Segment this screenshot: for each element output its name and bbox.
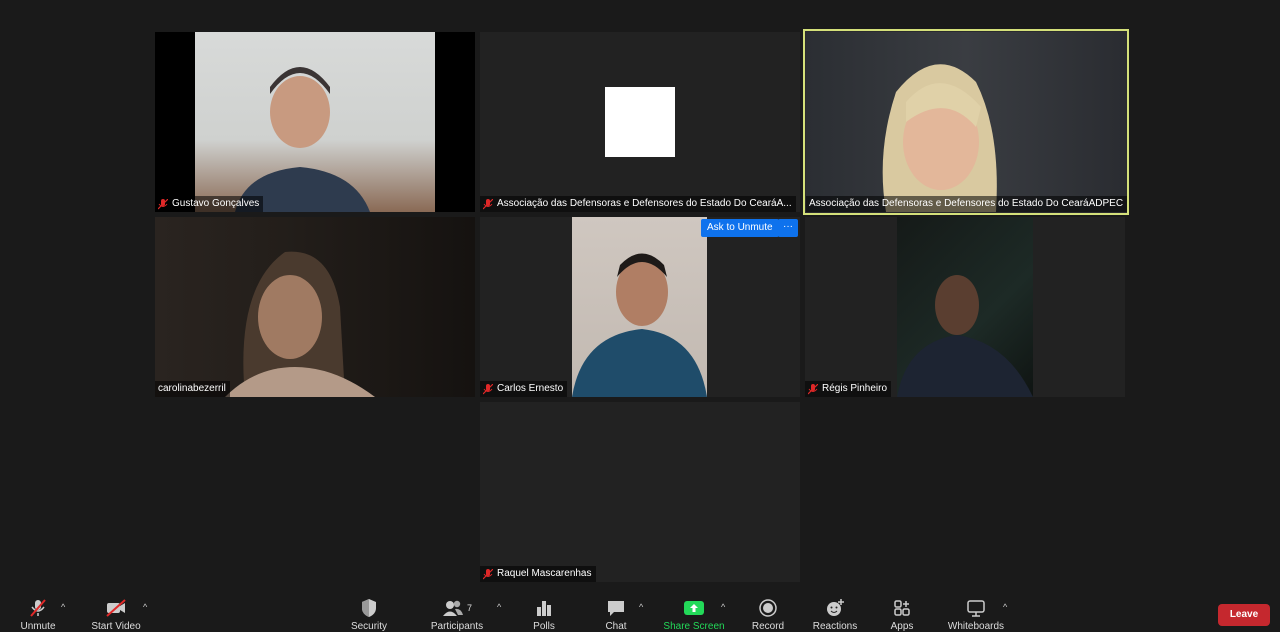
participant-name: Gustavo Gonçalves [172,198,260,209]
record-label: Record [751,621,785,632]
participant-name: Associação das Defensoras e Defensores d… [809,198,1124,209]
participant-video [572,217,707,397]
polls-button[interactable]: Polls [509,598,579,632]
participant-video [806,32,1126,212]
participants-button[interactable]: 7 Participants [422,598,492,632]
mic-muted-icon [158,198,168,209]
start-video-button[interactable]: Start Video [81,598,151,632]
whiteboards-button[interactable]: Whiteboards [941,598,1011,632]
reactions-button[interactable]: Reactions [800,598,870,632]
participant-name: Associação das Defensoras e Defensores d… [497,198,792,209]
video-tile-regis-pinheiro[interactable]: Régis Pinheiro [805,217,1125,397]
mic-muted-icon [483,198,493,209]
video-tile-carolinabezerril[interactable]: carolinabezerril [155,217,475,397]
video-tile-raquel-mascarenhas[interactable]: Raquel Mascarenhas [480,402,800,582]
participants-icon [442,600,463,616]
participants-options-caret[interactable]: ^ [497,602,501,612]
security-button[interactable]: Security [334,598,404,632]
participant-name-label: carolinabezerril [155,381,230,397]
meeting-toolbar: Unmute ^ Start Video ^ Security 7 Partic… [0,592,1280,632]
reactions-icon [827,599,844,616]
participant-name-label: Raquel Mascarenhas [480,566,596,582]
participant-name-label: Régis Pinheiro [805,381,892,397]
video-tile-associacao-1[interactable]: Associação das Defensoras e Defensores d… [480,32,800,212]
participants-label: Participants [430,621,484,632]
participant-name: carolinabezerril [158,383,226,394]
unmute-label: Unmute [20,621,56,632]
chat-options-caret[interactable]: ^ [639,602,643,612]
apps-icon [894,600,910,616]
video-tile-gustavo[interactable]: Gustavo Gonçalves [155,32,475,212]
participant-video [897,217,1033,397]
participant-video [155,217,475,397]
participant-name-label: Associação das Defensoras e Defensores d… [480,196,796,212]
video-off-icon [106,599,126,617]
security-label: Security [350,621,388,632]
apps-label: Apps [890,621,914,632]
start-video-label: Start Video [91,621,141,632]
record-icon [759,599,777,617]
mic-muted-icon [483,568,493,579]
mic-muted-icon [30,599,46,617]
participant-video [195,32,435,212]
video-tile-carlos-ernesto[interactable]: Ask to Unmute ··· Carlos Ernesto [480,217,800,397]
participant-name: Carlos Ernesto [497,383,564,394]
share-screen-icon [684,601,704,615]
chat-label: Chat [605,621,627,632]
participant-name-label: Gustavo Gonçalves [155,196,264,212]
share-options-caret[interactable]: ^ [721,602,725,612]
chat-icon [608,601,624,616]
reactions-label: Reactions [812,621,858,632]
participant-name-label: Carlos Ernesto [480,381,568,397]
ask-to-unmute-button[interactable]: Ask to Unmute [701,219,779,237]
participant-name: Régis Pinheiro [822,383,888,394]
whiteboards-options-caret[interactable]: ^ [1003,602,1007,612]
audio-options-caret[interactable]: ^ [61,602,65,612]
polls-label: Polls [533,621,555,632]
more-options-button[interactable]: ··· [778,219,798,237]
shield-icon [362,599,376,617]
share-screen-button[interactable]: Share Screen [659,598,729,632]
participants-count: 7 [466,603,472,613]
participant-avatar-placeholder [605,87,675,157]
polls-icon [537,601,551,616]
record-button[interactable]: Record [733,598,803,632]
whiteboards-label: Whiteboards [947,621,1005,632]
video-tile-associacao-adpec[interactable]: Associação das Defensoras e Defensores d… [803,29,1129,215]
leave-button[interactable]: Leave [1218,604,1270,626]
mic-muted-icon [483,383,493,394]
participant-name: Raquel Mascarenhas [497,568,592,579]
whiteboard-icon [967,600,985,617]
video-options-caret[interactable]: ^ [143,602,147,612]
participant-name-label: Associação das Defensoras e Defensores d… [806,196,1128,212]
share-screen-label: Share Screen [663,621,725,632]
apps-button[interactable]: Apps [867,598,937,632]
mic-muted-icon [808,383,818,394]
